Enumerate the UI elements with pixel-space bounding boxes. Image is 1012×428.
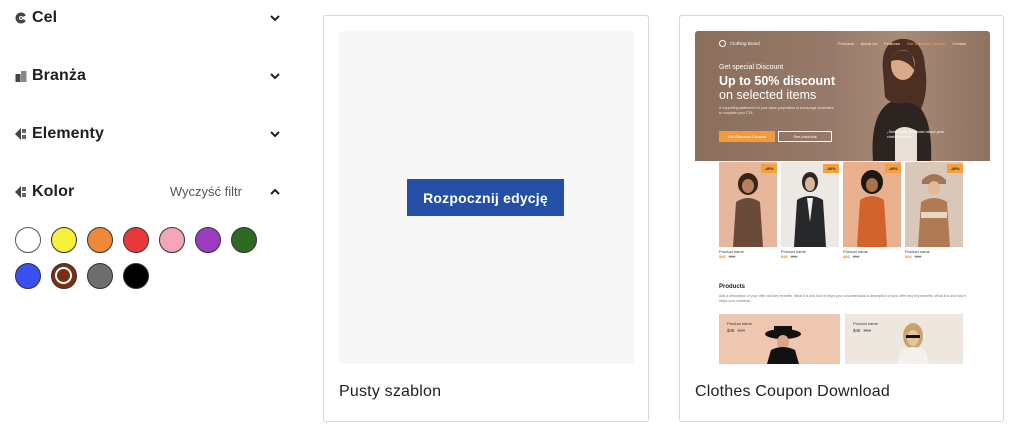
product-old-price: $58 (863, 328, 872, 333)
preview-section-desc: Add a description of your offer and key … (719, 294, 966, 303)
product-name: Product name (853, 321, 878, 326)
blank-template-thumbnail: Rozpocznij edycję (339, 31, 634, 364)
color-swatch-red[interactable] (123, 227, 149, 253)
preview-section-title: Products (719, 284, 746, 290)
preview-product: -40% (843, 162, 901, 247)
discount-badge: -40% (947, 164, 963, 173)
color-swatch-green[interactable] (231, 227, 257, 253)
discount-badge: -40% (761, 164, 777, 173)
chevron-down-icon (268, 127, 282, 141)
product-info: Product name $46 $58 (843, 249, 868, 259)
template-preview: Clothing Brand Products About Us Feature… (695, 31, 990, 364)
product-price-line: $46 $58 (727, 328, 745, 333)
clear-filter-link[interactable]: Wyczyść filtr (170, 184, 242, 199)
brand-logo-icon (719, 40, 726, 47)
product-price-line: $46 $58 (853, 328, 871, 333)
product-info: Product name $46 $58 (781, 249, 806, 259)
filter-label: Kolor (32, 183, 75, 200)
chevron-down-icon (268, 69, 282, 83)
color-swatch-brown[interactable] (51, 263, 77, 289)
product-image (781, 162, 839, 247)
hero-model-image (872, 38, 932, 161)
product-old-price: $58 (790, 254, 798, 259)
product-old-price: $58 (737, 328, 746, 333)
product-price: $46 (905, 254, 912, 259)
preview-eyebrow: Get special Discount (719, 64, 784, 71)
product-price: $46 (781, 254, 788, 259)
color-swatch-black[interactable] (123, 263, 149, 289)
discount-badge: -40% (823, 164, 839, 173)
preview-products-row: -40% -40% -40% -40% (719, 162, 964, 247)
preview-product: -40% (781, 162, 839, 247)
color-swatch-pink[interactable] (159, 227, 185, 253)
product-old-price: $58 (914, 254, 922, 259)
preview-nav-item: Products (838, 41, 854, 46)
color-swatch-white[interactable] (15, 227, 41, 253)
preview-nav-item: About Us (860, 41, 878, 46)
preview-quote: „Something profound about your clothing … (887, 129, 945, 139)
product-image (905, 162, 963, 247)
product-price: $46 (843, 254, 850, 259)
product-image (765, 326, 801, 364)
product-info: Product name $46 $58 (905, 249, 930, 259)
product-info: Product name $46 $58 (719, 249, 744, 259)
preview-nav-item: Features (884, 41, 901, 46)
filter-branza[interactable]: Branża (14, 61, 284, 91)
product-name: Product name (727, 321, 752, 326)
preview-brand: Clothing Brand (719, 40, 760, 47)
filter-label: Cel (32, 9, 58, 26)
preview-nav: Products About Us Features Get Discount … (838, 41, 966, 46)
filter-label: Elementy (32, 125, 104, 142)
start-editing-button[interactable]: Rozpocznij edycję (407, 179, 564, 216)
target-icon (14, 11, 28, 25)
filter-elementy[interactable]: Elementy (14, 119, 284, 149)
preview-headline: Up to 50% discount (719, 74, 835, 88)
color-swatch-yellow[interactable] (51, 227, 77, 253)
card-caption: Pusty szablon (339, 383, 442, 400)
preview-product: -40% (719, 162, 777, 247)
preview-featured-product: Product name $46 $58 (719, 314, 840, 364)
preview-featured-product: Product name $46 $58 (845, 314, 963, 364)
preview-hero: Clothing Brand Products About Us Feature… (695, 31, 990, 161)
product-image (719, 162, 777, 247)
preview-product: -40% (905, 162, 963, 247)
product-price: $46 (727, 328, 735, 333)
preview-cta-secondary: See products (778, 131, 832, 142)
product-price: $46 (853, 328, 861, 333)
product-image (897, 323, 929, 364)
brand-name: Clothing Brand (730, 41, 760, 46)
blank-template-card[interactable]: Rozpocznij edycję Pusty szablon (323, 15, 649, 422)
building-icon (14, 69, 28, 83)
color-swatch-orange[interactable] (87, 227, 113, 253)
color-swatch-purple[interactable] (195, 227, 221, 253)
preview-nav-item: Get Discount Coupon (907, 41, 946, 46)
filter-sidebar: Cel Branża Elementy Kolor Wyczyść filtr (0, 0, 300, 428)
color-swatch-blue[interactable] (15, 263, 41, 289)
card-caption: Clothes Coupon Download (695, 383, 890, 400)
product-price: $46 (719, 254, 726, 259)
preview-headline-secondary: on selected items (719, 88, 817, 102)
preview-cta-primary: Get Discount Coupon (719, 131, 775, 142)
chevron-down-icon (268, 11, 282, 25)
color-swatch-gray[interactable] (87, 263, 113, 289)
template-card-clothes-coupon[interactable]: Clothing Brand Products About Us Feature… (679, 15, 1004, 422)
product-old-price: $58 (728, 254, 736, 259)
product-image (843, 162, 901, 247)
filter-kolor[interactable]: Kolor Wyczyść filtr (14, 177, 284, 207)
discount-badge: -40% (885, 164, 901, 173)
preview-nav-item: Contact (952, 41, 967, 46)
elements-icon (14, 127, 28, 141)
filter-label: Branża (32, 67, 86, 84)
product-old-price: $58 (852, 254, 860, 259)
chevron-up-icon (268, 185, 282, 199)
preview-subtext: A supporting statement for your value pr… (719, 106, 834, 115)
palette-icon (14, 185, 28, 199)
filter-cel[interactable]: Cel (14, 3, 284, 33)
